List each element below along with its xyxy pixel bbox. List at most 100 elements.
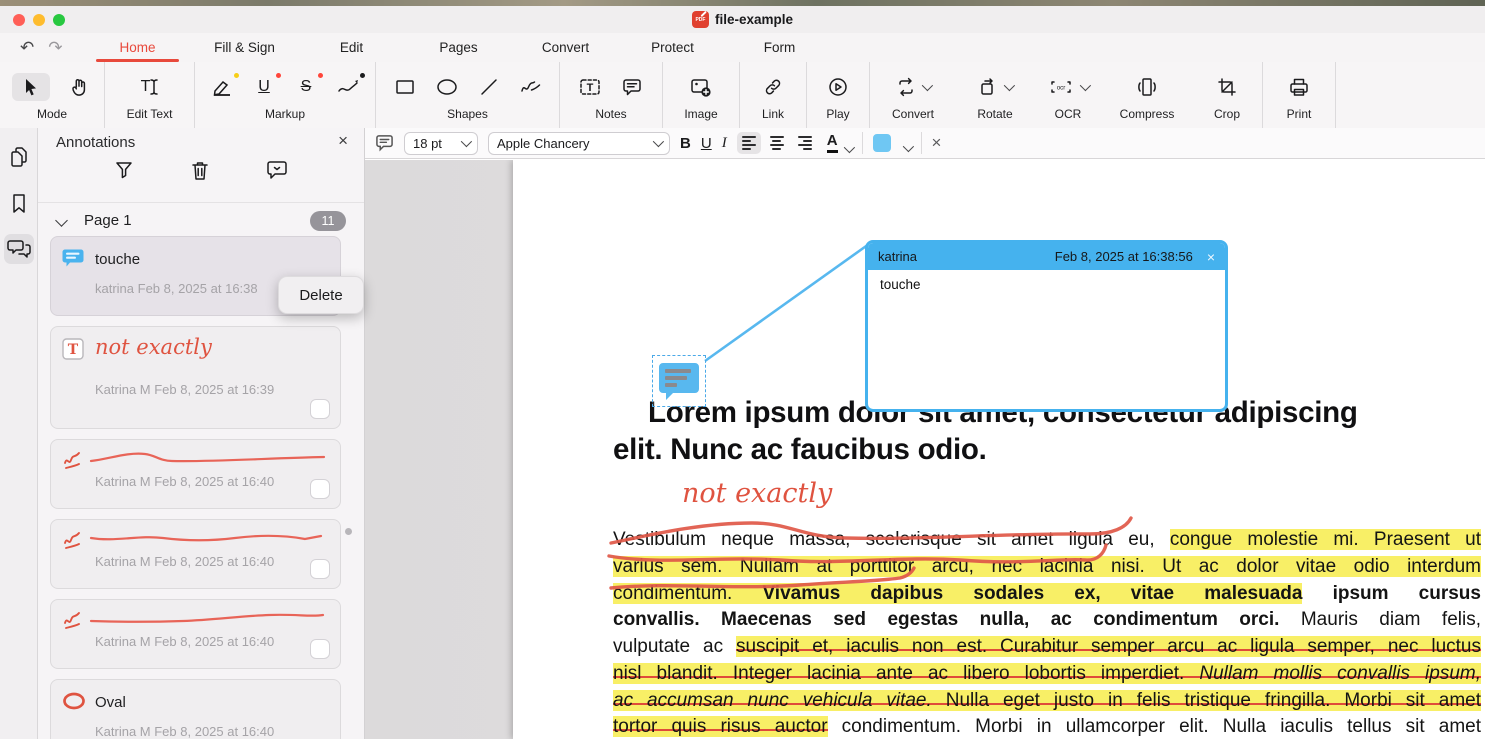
comment-body-text[interactable]: touche (868, 270, 1225, 299)
delete-context-menu[interactable]: Delete (278, 276, 364, 314)
fill-color-button[interactable] (873, 134, 911, 152)
convert-chevron-icon[interactable] (922, 80, 933, 91)
insert-image-button[interactable] (688, 73, 714, 101)
tab-protect[interactable]: Protect (619, 33, 726, 62)
crop-group-label: Crop (1214, 107, 1240, 121)
delete-menu-item[interactable]: Delete (299, 287, 342, 304)
page-thumbnails-icon[interactable] (4, 142, 34, 172)
redo-icon[interactable]: ↷ (48, 39, 62, 56)
paragraph-line: varius sem. Nullam at porttitor arcu, ne… (613, 554, 1481, 581)
collapse-page-chevron-icon[interactable] (55, 214, 68, 227)
comment-author: katrina (878, 249, 1047, 264)
edit-text-button[interactable]: T (137, 73, 163, 101)
paragraph-line: ac accumsan nunc vehicula vitae. Nulla e… (613, 688, 1481, 715)
tab-pages[interactable]: Pages (405, 33, 512, 62)
annotation-checkbox[interactable] (310, 559, 330, 579)
text-note-button[interactable]: T (577, 73, 603, 101)
bookmarks-icon[interactable] (4, 188, 34, 218)
edit-text-group-label: Edit Text (127, 107, 173, 121)
page-group-header[interactable]: Page 1 11 (38, 210, 364, 234)
italic-button[interactable]: I (722, 135, 727, 152)
undo-icon[interactable]: ↶ (20, 39, 34, 56)
rotate-button[interactable] (978, 73, 1012, 101)
font-size-dropdown[interactable]: 18 pt (404, 132, 478, 155)
align-left-button[interactable] (737, 132, 761, 154)
strikethrough-markup-button[interactable]: S (293, 73, 319, 101)
annotation-checkbox[interactable] (310, 399, 330, 419)
text-format-bar: 18 pt Apple Chancery B U I A × (365, 128, 1485, 159)
annotation-item-not-exactly[interactable]: Tnot exactly Katrina M Feb 8, 2025 at 16:… (50, 326, 341, 429)
convert-button[interactable] (896, 73, 930, 101)
hand-mode-button[interactable] (66, 73, 92, 101)
underline-markup-button[interactable]: U (251, 73, 277, 101)
annotation-meta: Katrina M Feb 8, 2025 at 16:40 (95, 724, 274, 739)
rectangle-shape-button[interactable] (392, 73, 418, 101)
line-shape-button[interactable] (476, 73, 502, 101)
tab-convert[interactable]: Convert (512, 33, 619, 62)
annotation-item-ink-3[interactable]: Katrina M Feb 8, 2025 at 16:40 (50, 519, 341, 589)
crop-button[interactable] (1214, 73, 1240, 101)
close-comment-popup-button[interactable]: × (1207, 249, 1215, 265)
ink-text-annotation[interactable]: not exactly (682, 478, 832, 509)
close-format-bar-button[interactable]: × (932, 133, 942, 153)
tab-fill-sign[interactable]: Fill & Sign (191, 33, 298, 62)
rotate-group-label: Rotate (977, 107, 1012, 121)
text-annotation-icon: T (62, 338, 84, 365)
print-button[interactable] (1286, 73, 1312, 101)
ink-annotation-icon (62, 451, 84, 478)
text-color-button[interactable]: A (827, 133, 852, 153)
annotation-checkbox[interactable] (310, 639, 330, 659)
annotation-meta: Katrina M Feb 8, 2025 at 16:39 (95, 382, 274, 397)
comment-marker-icon[interactable] (652, 355, 706, 407)
align-right-button[interactable] (793, 132, 817, 154)
annotations-panel-icon[interactable] (4, 234, 34, 264)
close-annotations-panel-button[interactable]: × (338, 131, 348, 151)
annotation-item-ink-4[interactable]: Katrina M Feb 8, 2025 at 16:40 (50, 599, 341, 669)
link-button[interactable] (760, 73, 786, 101)
svg-text:T: T (68, 342, 79, 358)
rotate-chevron-icon[interactable] (1004, 80, 1015, 91)
oval-shape-button[interactable] (434, 73, 460, 101)
ocr-chevron-icon[interactable] (1080, 80, 1091, 91)
comment-popup-header[interactable]: katrina Feb 8, 2025 at 16:38:56 × (868, 243, 1225, 270)
pen-markup-button[interactable] (335, 73, 361, 101)
paragraph-line: nisl blandit. Integer lacinia ante ac li… (613, 661, 1481, 688)
ink-annotation-icon (62, 611, 84, 638)
convert-group-label: Convert (892, 107, 934, 121)
font-family-dropdown[interactable]: Apple Chancery (488, 132, 670, 155)
comment-format-icon[interactable] (375, 134, 394, 152)
scribble-shape-button[interactable] (518, 73, 544, 101)
underline-button[interactable]: U (701, 135, 712, 152)
comment-list-icon[interactable] (266, 160, 288, 181)
annotation-item-ink-2[interactable]: Katrina M Feb 8, 2025 at 16:40 (50, 439, 341, 509)
ink-preview (89, 449, 331, 467)
tab-edit[interactable]: Edit (298, 33, 405, 62)
bold-button[interactable]: B (680, 135, 691, 152)
ink-annotation-icon (62, 531, 84, 558)
comment-timestamp: Feb 8, 2025 at 16:38:56 (1055, 249, 1193, 264)
annotation-title: not exactly (95, 335, 212, 359)
play-button[interactable] (825, 73, 851, 101)
annotation-count-badge: 11 (310, 211, 346, 231)
compress-button[interactable] (1134, 73, 1160, 101)
document-heading-line2: elit. Nunc ac faucibus odio. (613, 433, 987, 467)
tab-form[interactable]: Form (726, 33, 833, 62)
titlebar: PDF file-example (0, 6, 1485, 33)
tab-home[interactable]: Home (84, 33, 191, 62)
link-group-label: Link (762, 107, 784, 121)
notes-group-label: Notes (595, 107, 626, 121)
annotation-item-oval[interactable]: OvalKatrina M Feb 8, 2025 at 16:40 (50, 679, 341, 739)
filter-annotations-icon[interactable] (114, 160, 134, 181)
ocr-button[interactable]: ocr (1048, 73, 1088, 101)
color-swatch[interactable] (873, 134, 891, 152)
align-center-button[interactable] (765, 132, 789, 154)
annotations-panel: Annotations × Page 1 11 touchekatrina Fe… (38, 128, 365, 739)
annotation-checkbox[interactable] (310, 479, 330, 499)
ink-preview (89, 609, 331, 627)
delete-annotations-icon[interactable] (190, 160, 210, 181)
highlighter-button[interactable] (209, 73, 235, 101)
select-mode-button[interactable] (12, 73, 50, 101)
comment-note-button[interactable] (619, 73, 645, 101)
annotation-title: touche (95, 251, 140, 268)
scroll-indicator[interactable] (345, 528, 352, 535)
